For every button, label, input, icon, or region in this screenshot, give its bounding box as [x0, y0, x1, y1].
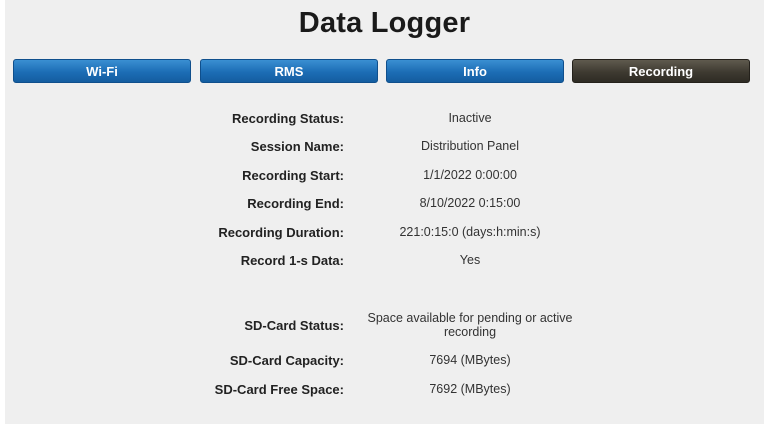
tab-recording[interactable]: Recording: [572, 59, 750, 83]
sdcard-status-label: SD-Card Status:: [244, 318, 344, 333]
page-title: Data Logger: [298, 7, 471, 39]
recording-start-label: Recording Start:: [242, 168, 344, 183]
sdcard-free-value: 7692 (MBytes): [429, 382, 511, 396]
recording-duration-label: Recording Duration:: [218, 225, 344, 240]
tab-info[interactable]: Info: [386, 59, 564, 83]
tab-wifi[interactable]: Wi-Fi: [13, 59, 191, 83]
recording-status-row: Recording Status: Inactive: [5, 111, 764, 135]
recording-end-row: Recording End: 8/10/2022 0:15:00: [5, 196, 764, 220]
recording-duration-value: 221:0:15:0 (days:h:min:s): [399, 225, 541, 239]
tab-rms[interactable]: RMS: [200, 59, 378, 83]
session-name-value: Distribution Panel: [421, 139, 519, 153]
recording-status-label: Recording Status:: [232, 111, 344, 126]
record-1s-value: Yes: [459, 253, 481, 267]
recording-duration-row: Recording Duration: 221:0:15:0 (days:h:m…: [5, 225, 764, 249]
session-name-row: Session Name: Distribution Panel: [5, 139, 764, 163]
sdcard-free-row: SD-Card Free Space: 7692 (MBytes): [5, 382, 764, 406]
record-1s-label: Record 1-s Data:: [240, 253, 344, 268]
recording-start-row: Recording Start: 1/1/2022 0:00:00: [5, 168, 764, 192]
recording-start-value: 1/1/2022 0:00:00: [423, 168, 517, 182]
recording-status-value: Inactive: [448, 111, 492, 125]
session-name-label: Session Name:: [250, 139, 344, 154]
recording-end-value: 8/10/2022 0:15:00: [419, 196, 521, 210]
sdcard-capacity-row: SD-Card Capacity: 7694 (MBytes): [5, 353, 764, 377]
recording-end-label: Recording End:: [247, 196, 344, 211]
record-1s-row: Record 1-s Data: Yes: [5, 253, 764, 277]
sdcard-free-label: SD-Card Free Space:: [214, 382, 344, 397]
main-panel: Data Logger Wi-Fi RMS Info Recording Rec…: [5, 0, 764, 424]
sdcard-capacity-label: SD-Card Capacity:: [229, 353, 344, 368]
sdcard-capacity-value: 7694 (MBytes): [429, 353, 511, 367]
sdcard-status-value: Space available for pending or active re…: [367, 311, 573, 339]
